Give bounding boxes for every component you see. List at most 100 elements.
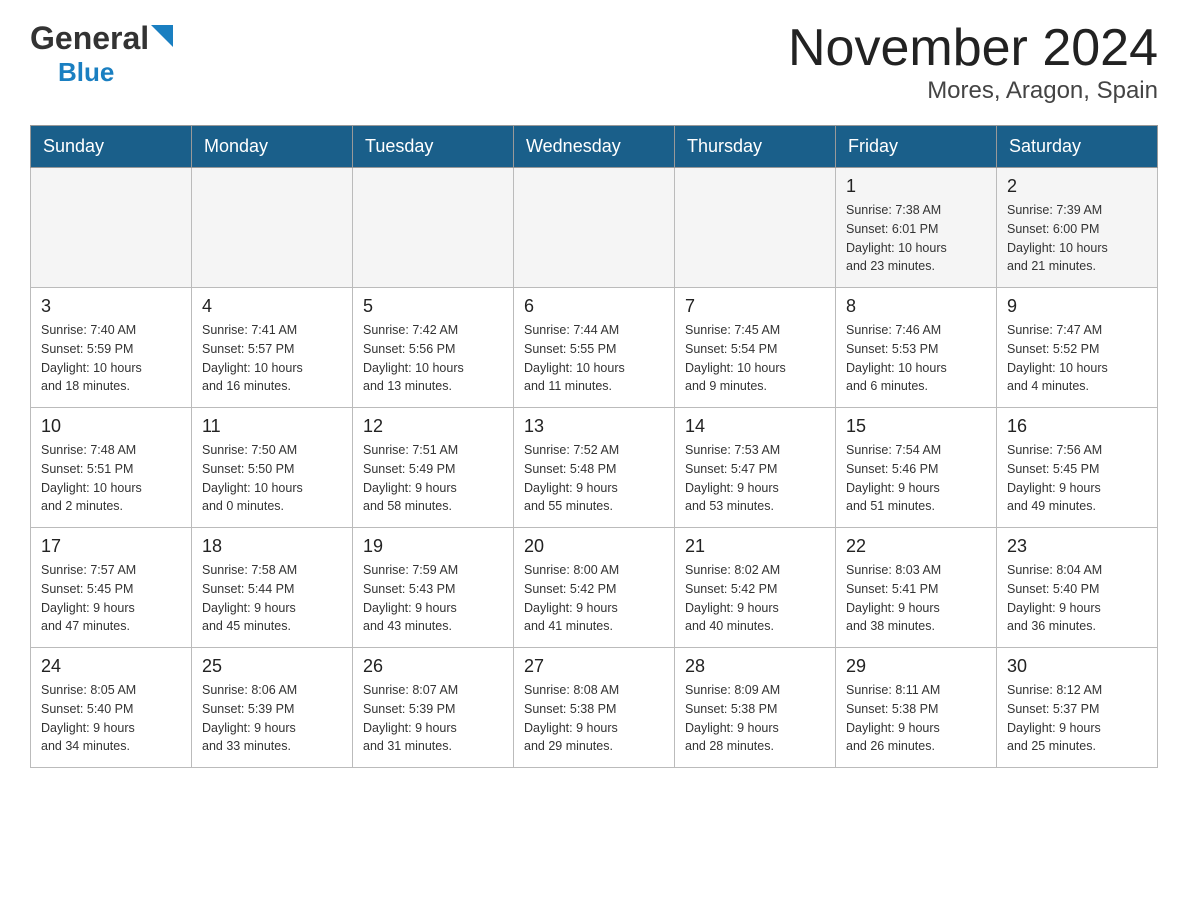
header-wednesday: Wednesday — [514, 126, 675, 168]
day-number: 21 — [685, 536, 825, 557]
calendar-cell: 25 Sunrise: 8:06 AMSunset: 5:39 PMDayligh… — [192, 648, 353, 768]
calendar-cell: 6 Sunrise: 7:44 AMSunset: 5:55 PMDaylight… — [514, 288, 675, 408]
day-info: Sunrise: 7:58 AMSunset: 5:44 PMDaylight:… — [202, 561, 342, 636]
day-number: 23 — [1007, 536, 1147, 557]
day-info: Sunrise: 7:46 AMSunset: 5:53 PMDaylight:… — [846, 321, 986, 396]
page-header: General Blue November 2024 Mores, Aragon… — [30, 20, 1158, 105]
day-number: 7 — [685, 296, 825, 317]
day-info: Sunrise: 7:44 AMSunset: 5:55 PMDaylight:… — [524, 321, 664, 396]
calendar-cell: 24 Sunrise: 8:05 AMSunset: 5:40 PMDayligh… — [31, 648, 192, 768]
day-info: Sunrise: 8:03 AMSunset: 5:41 PMDaylight:… — [846, 561, 986, 636]
day-number: 22 — [846, 536, 986, 557]
calendar-table: Sunday Monday Tuesday Wednesday Thursday… — [30, 125, 1158, 768]
logo-triangle-icon — [151, 25, 173, 52]
day-info: Sunrise: 7:38 AMSunset: 6:01 PMDaylight:… — [846, 201, 986, 276]
calendar-cell — [31, 168, 192, 288]
calendar-cell: 2 Sunrise: 7:39 AMSunset: 6:00 PMDaylight… — [997, 168, 1158, 288]
day-number: 24 — [41, 656, 181, 677]
calendar-cell: 30 Sunrise: 8:12 AMSunset: 5:37 PMDayligh… — [997, 648, 1158, 768]
calendar-title: November 2024 — [788, 20, 1158, 77]
day-info: Sunrise: 8:12 AMSunset: 5:37 PMDaylight:… — [1007, 681, 1147, 756]
day-number: 13 — [524, 416, 664, 437]
header-friday: Friday — [836, 126, 997, 168]
day-number: 12 — [363, 416, 503, 437]
day-info: Sunrise: 7:52 AMSunset: 5:48 PMDaylight:… — [524, 441, 664, 516]
calendar-cell: 16 Sunrise: 7:56 AMSunset: 5:45 PMDayligh… — [997, 408, 1158, 528]
day-info: Sunrise: 7:45 AMSunset: 5:54 PMDaylight:… — [685, 321, 825, 396]
day-number: 10 — [41, 416, 181, 437]
day-number: 18 — [202, 536, 342, 557]
day-number: 28 — [685, 656, 825, 677]
calendar-cell: 3 Sunrise: 7:40 AMSunset: 5:59 PMDaylight… — [31, 288, 192, 408]
day-info: Sunrise: 8:08 AMSunset: 5:38 PMDaylight:… — [524, 681, 664, 756]
calendar-cell: 9 Sunrise: 7:47 AMSunset: 5:52 PMDaylight… — [997, 288, 1158, 408]
calendar-cell: 13 Sunrise: 7:52 AMSunset: 5:48 PMDayligh… — [514, 408, 675, 528]
calendar-cell — [514, 168, 675, 288]
week-row-3: 10 Sunrise: 7:48 AMSunset: 5:51 PMDayligh… — [31, 408, 1158, 528]
week-row-4: 17 Sunrise: 7:57 AMSunset: 5:45 PMDayligh… — [31, 528, 1158, 648]
day-info: Sunrise: 8:09 AMSunset: 5:38 PMDaylight:… — [685, 681, 825, 756]
calendar-cell: 12Sunrise: 7:51 AMSunset: 5:49 PMDayligh… — [353, 408, 514, 528]
day-info: Sunrise: 8:06 AMSunset: 5:39 PMDaylight:… — [202, 681, 342, 756]
calendar-cell: 4 Sunrise: 7:41 AMSunset: 5:57 PMDaylight… — [192, 288, 353, 408]
day-info: Sunrise: 8:00 AMSunset: 5:42 PMDaylight:… — [524, 561, 664, 636]
calendar-cell: 1 Sunrise: 7:38 AMSunset: 6:01 PMDaylight… — [836, 168, 997, 288]
day-info: Sunrise: 8:07 AMSunset: 5:39 PMDaylight:… — [363, 681, 503, 756]
day-number: 19 — [363, 536, 503, 557]
header-monday: Monday — [192, 126, 353, 168]
day-number: 4 — [202, 296, 342, 317]
day-number: 17 — [41, 536, 181, 557]
day-info: Sunrise: 7:47 AMSunset: 5:52 PMDaylight:… — [1007, 321, 1147, 396]
day-number: 5 — [363, 296, 503, 317]
header-saturday: Saturday — [997, 126, 1158, 168]
day-info: Sunrise: 7:57 AMSunset: 5:45 PMDaylight:… — [41, 561, 181, 636]
day-number: 11 — [202, 416, 342, 437]
calendar-cell — [675, 168, 836, 288]
weekday-header-row: Sunday Monday Tuesday Wednesday Thursday… — [31, 126, 1158, 168]
calendar-cell: 17 Sunrise: 7:57 AMSunset: 5:45 PMDayligh… — [31, 528, 192, 648]
day-info: Sunrise: 8:02 AMSunset: 5:42 PMDaylight:… — [685, 561, 825, 636]
day-info: Sunrise: 7:54 AMSunset: 5:46 PMDaylight:… — [846, 441, 986, 516]
calendar-cell — [192, 168, 353, 288]
calendar-cell: 28 Sunrise: 8:09 AMSunset: 5:38 PMDayligh… — [675, 648, 836, 768]
day-info: Sunrise: 8:04 AMSunset: 5:40 PMDaylight:… — [1007, 561, 1147, 636]
day-number: 6 — [524, 296, 664, 317]
calendar-cell: 11 Sunrise: 7:50 AMSunset: 5:50 PMDayligh… — [192, 408, 353, 528]
header-sunday: Sunday — [31, 126, 192, 168]
day-number: 3 — [41, 296, 181, 317]
calendar-cell: 10 Sunrise: 7:48 AMSunset: 5:51 PMDayligh… — [31, 408, 192, 528]
header-tuesday: Tuesday — [353, 126, 514, 168]
day-info: Sunrise: 8:05 AMSunset: 5:40 PMDaylight:… — [41, 681, 181, 756]
day-number: 8 — [846, 296, 986, 317]
title-section: November 2024 Mores, Aragon, Spain — [788, 20, 1158, 105]
day-info: Sunrise: 7:48 AMSunset: 5:51 PMDaylight:… — [41, 441, 181, 516]
day-info: Sunrise: 7:50 AMSunset: 5:50 PMDaylight:… — [202, 441, 342, 516]
day-number: 27 — [524, 656, 664, 677]
calendar-cell: 5Sunrise: 7:42 AMSunset: 5:56 PMDaylight… — [353, 288, 514, 408]
calendar-cell: 19 Sunrise: 7:59 AMSunset: 5:43 PMDayligh… — [353, 528, 514, 648]
day-info: Sunrise: 7:39 AMSunset: 6:00 PMDaylight:… — [1007, 201, 1147, 276]
calendar-cell: 18 Sunrise: 7:58 AMSunset: 5:44 PMDayligh… — [192, 528, 353, 648]
calendar-cell: 15 Sunrise: 7:54 AMSunset: 5:46 PMDayligh… — [836, 408, 997, 528]
day-info: Sunrise: 7:59 AMSunset: 5:43 PMDaylight:… — [363, 561, 503, 636]
day-number: 1 — [846, 176, 986, 197]
day-info: Sunrise: 7:41 AMSunset: 5:57 PMDaylight:… — [202, 321, 342, 396]
week-row-2: 3 Sunrise: 7:40 AMSunset: 5:59 PMDaylight… — [31, 288, 1158, 408]
calendar-cell: 14Sunrise: 7:53 AMSunset: 5:47 PMDayligh… — [675, 408, 836, 528]
week-row-5: 24 Sunrise: 8:05 AMSunset: 5:40 PMDayligh… — [31, 648, 1158, 768]
logo-blue-text: Blue — [58, 57, 114, 87]
calendar-cell: 22 Sunrise: 8:03 AMSunset: 5:41 PMDayligh… — [836, 528, 997, 648]
day-number: 29 — [846, 656, 986, 677]
calendar-cell: 29Sunrise: 8:11 AMSunset: 5:38 PMDayligh… — [836, 648, 997, 768]
day-number: 9 — [1007, 296, 1147, 317]
day-number: 20 — [524, 536, 664, 557]
day-number: 16 — [1007, 416, 1147, 437]
day-number: 30 — [1007, 656, 1147, 677]
day-number: 2 — [1007, 176, 1147, 197]
day-number: 15 — [846, 416, 986, 437]
calendar-cell: 23 Sunrise: 8:04 AMSunset: 5:40 PMDayligh… — [997, 528, 1158, 648]
day-number: 25 — [202, 656, 342, 677]
day-info: Sunrise: 7:40 AMSunset: 5:59 PMDaylight:… — [41, 321, 181, 396]
day-info: Sunrise: 7:56 AMSunset: 5:45 PMDaylight:… — [1007, 441, 1147, 516]
header-thursday: Thursday — [675, 126, 836, 168]
